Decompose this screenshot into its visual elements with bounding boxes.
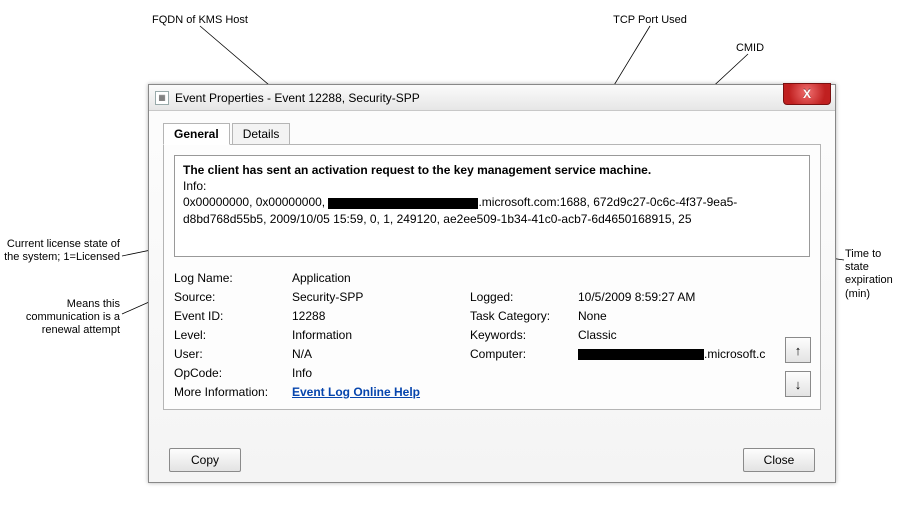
close-button[interactable]: Close <box>743 448 815 472</box>
label-opcode: OpCode: <box>174 366 284 380</box>
label-keywords: Keywords: <box>470 328 570 342</box>
event-properties-dialog: ▦ Event Properties - Event 12288, Securi… <box>148 84 836 483</box>
label-event-id: Event ID: <box>174 309 284 323</box>
label-task-category: Task Category: <box>470 309 570 323</box>
label-logged: Logged: <box>470 290 570 304</box>
event-fields-grid: Log Name: Application Source: Security-S… <box>174 271 810 399</box>
redacted-fqdn <box>328 198 478 209</box>
info-renewal-flag: 0 <box>370 212 377 226</box>
tab-panel-general: The client has sent an activation reques… <box>163 145 821 410</box>
link-event-log-online-help[interactable]: Event Log Online Help <box>292 385 420 399</box>
copy-button[interactable]: Copy <box>169 448 241 472</box>
annotation-cmid: CMID <box>710 42 790 55</box>
value-user: N/A <box>292 347 462 361</box>
info-fqdn-suffix: .microsoft.com <box>478 195 556 209</box>
event-info-body: 0x00000000, 0x00000000, .microsoft.com:1… <box>183 194 801 226</box>
tab-general[interactable]: General <box>163 123 230 145</box>
event-subject: The client has sent an activation reques… <box>183 162 801 178</box>
value-task-category: None <box>578 309 770 323</box>
value-opcode: Info <box>292 366 770 380</box>
dialog-buttons: Copy Close <box>149 448 835 472</box>
next-event-button[interactable]: ↓ <box>785 371 811 397</box>
nav-buttons: ↑ ↓ <box>785 337 811 397</box>
window-icon: ▦ <box>155 91 169 105</box>
label-level: Level: <box>174 328 284 342</box>
dialog-client: General Details The client has sent an a… <box>149 111 835 422</box>
window-title: Event Properties - Event 12288, Security… <box>175 91 420 105</box>
label-more-information: More Information: <box>174 385 284 399</box>
value-keywords: Classic <box>578 328 770 342</box>
annotation-expiration: Time to state expiration (min) <box>845 248 900 301</box>
label-log-name: Log Name: <box>174 271 284 285</box>
label-computer: Computer: <box>470 347 570 361</box>
value-level: Information <box>292 328 462 342</box>
label-user: User: <box>174 347 284 361</box>
tab-details[interactable]: Details <box>232 123 291 145</box>
previous-event-button[interactable]: ↑ <box>785 337 811 363</box>
annotation-license-state: Current license state of the system; 1=L… <box>2 238 120 264</box>
info-license-state: 1 <box>383 212 390 226</box>
info-timestamp: 2009/10/05 15:59 <box>270 212 363 226</box>
window-close-button[interactable]: X <box>783 83 831 105</box>
arrow-up-icon: ↑ <box>795 343 802 358</box>
value-logged: 10/5/2009 8:59:27 AM <box>578 290 770 304</box>
info-trailing: 25 <box>678 212 691 226</box>
annotation-fqdn: FQDN of KMS Host <box>140 14 260 27</box>
tabstrip: General Details <box>163 123 821 145</box>
value-computer-suffix: .microsoft.c <box>704 347 765 361</box>
label-source: Source: <box>174 290 284 304</box>
info-port: 1688 <box>560 195 587 209</box>
info-aid: ae2ee509-1b34-41c0-acb7-6d4650168915 <box>443 212 671 226</box>
annotation-tcp-port: TCP Port Used <box>590 14 710 27</box>
redacted-computer <box>578 349 704 360</box>
close-icon: X <box>803 87 811 101</box>
info-expiration: 249120 <box>397 212 437 226</box>
value-source: Security-SPP <box>292 290 462 304</box>
value-computer: .microsoft.c <box>578 347 770 361</box>
value-log-name: Application <box>292 271 770 285</box>
titlebar: ▦ Event Properties - Event 12288, Securi… <box>149 85 835 111</box>
event-info-label: Info: <box>183 178 801 194</box>
event-description-box: The client has sent an activation reques… <box>174 155 810 257</box>
value-event-id: 12288 <box>292 309 462 323</box>
arrow-down-icon: ↓ <box>795 377 802 392</box>
annotation-renewal: Means this communication is a renewal at… <box>2 298 120 338</box>
info-prefix: 0x00000000, 0x00000000, <box>183 195 328 209</box>
